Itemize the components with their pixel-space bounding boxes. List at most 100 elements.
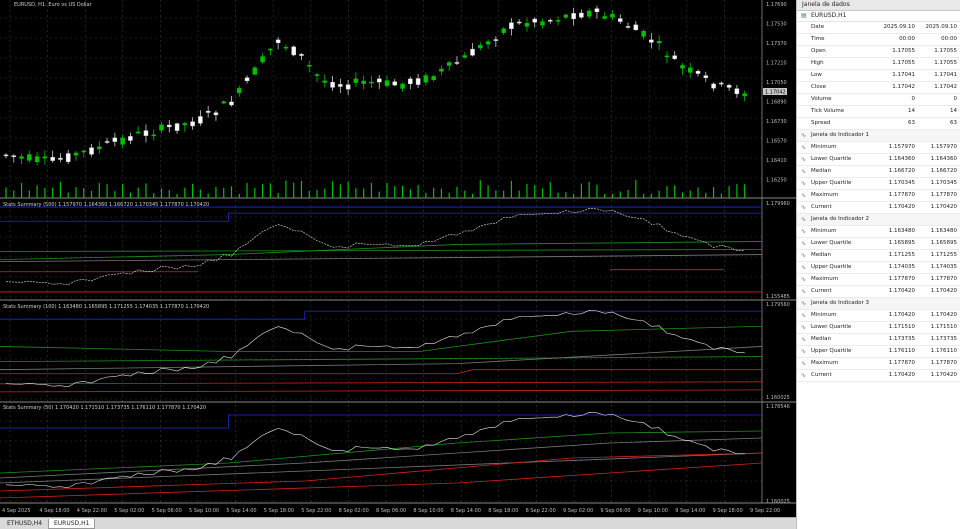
candle-body xyxy=(742,93,747,97)
candle-body xyxy=(384,80,390,86)
candle-body xyxy=(221,101,226,104)
indicator-line-icon: ∿ xyxy=(801,156,807,163)
candle-body xyxy=(680,65,685,69)
data-row-value: 00:00 xyxy=(917,33,960,46)
time-axis-label: 4 Sep 2025 xyxy=(2,508,31,514)
time-axis-label: 5 Sep 02:00 xyxy=(114,508,144,514)
data-row-label: Low xyxy=(797,69,876,82)
time-axis-label: 8 Sep 22:00 xyxy=(526,508,556,514)
time-axis-label: 5 Sep 14:00 xyxy=(226,508,256,514)
chart-area[interactable]: 1.17690 1.17530 1.17370 1.17210 1.17050 1.168… xyxy=(0,0,796,517)
candle-body xyxy=(439,68,444,72)
indicator-line-icon: ∿ xyxy=(801,144,807,151)
data-window-panel: Janela de dados ▤ EURUSD,H1 Date 2025.09.1… xyxy=(796,0,960,529)
tab-eurusd-h1[interactable]: EURUSD,H1 xyxy=(48,519,96,529)
price-tick-label: 1.17370 xyxy=(766,41,787,47)
price-tick-label: 1.17210 xyxy=(766,61,787,67)
candle-body xyxy=(42,156,48,159)
data-row: ∿ Maximum 1.177870 1.177870 xyxy=(797,189,960,202)
data-row-value: 2025.09.10 xyxy=(876,22,917,34)
indicator-level-line xyxy=(0,369,762,375)
price-tick-label: 1.17530 xyxy=(766,22,787,28)
candle-body xyxy=(446,62,452,66)
data-row: ∿ Current 1.170420 1.170420 xyxy=(797,201,960,214)
data-row-label: Volume xyxy=(797,93,876,106)
data-row-value: 1.171255 xyxy=(876,249,917,262)
candle-body xyxy=(516,21,522,24)
indicator-level-line xyxy=(0,381,763,385)
candle-body xyxy=(19,156,24,159)
data-row-label: ∿ Current xyxy=(797,285,876,298)
candle-body xyxy=(656,41,662,44)
indicator-line-icon: ∿ xyxy=(801,192,807,199)
candle-body xyxy=(408,78,413,84)
candle-body xyxy=(493,39,499,41)
time-axis-label: 8 Sep 02:00 xyxy=(339,508,369,514)
data-row: ∿ Lower Quartile 1.165895 1.165895 xyxy=(797,237,960,250)
data-row: ∿ Minimum 1.157970 1.157970 xyxy=(797,141,960,154)
indicator-icon: ∿ xyxy=(801,132,807,139)
candle-body xyxy=(431,76,436,80)
indicator-line-icon: ∿ xyxy=(801,252,807,259)
candle-body xyxy=(501,28,506,33)
indicator-line-icon: ∿ xyxy=(801,312,807,319)
data-row-value: 1.17041 xyxy=(876,69,917,82)
candle-body xyxy=(252,67,258,75)
data-row: ∿ Maximum 1.177870 1.177870 xyxy=(797,357,960,370)
data-row: ∿ Median 1.171255 1.171255 xyxy=(797,249,960,262)
indicator-1-scale-top: 1.179960 xyxy=(766,201,790,207)
candle-body xyxy=(563,14,569,18)
data-row-value: 1.157970 xyxy=(876,141,917,154)
candle-body xyxy=(695,70,701,74)
indicator-section-title: ∿ Janela do Indicador 3 xyxy=(797,297,960,310)
data-row-label: Close xyxy=(797,81,876,94)
data-row-value: 1.17055 xyxy=(917,57,960,70)
price-chart-canvas[interactable]: 1.17690 1.17530 1.17370 1.17210 1.17050 1.168… xyxy=(0,0,796,517)
data-row-value: 1.163480 xyxy=(917,225,960,238)
indicator-level-line xyxy=(0,310,762,320)
data-row: ∿ Upper Quartile 1.174035 1.174035 xyxy=(797,261,960,274)
candle-body xyxy=(687,67,693,73)
data-row-value: 1.170420 xyxy=(876,285,917,298)
indicator-section-header: ∿ Janela do Indicador 1 xyxy=(797,129,960,142)
data-row: ∿ Current 1.170420 1.170420 xyxy=(797,285,960,298)
data-row-value: 1.171510 xyxy=(917,321,960,334)
chart-tabs-bar: ETHUSD,H4 EURUSD,H1 xyxy=(0,517,796,529)
data-row: ∿ Minimum 1.163480 1.163480 xyxy=(797,225,960,238)
candle-body xyxy=(672,55,677,59)
candle-body xyxy=(641,30,646,37)
data-row-value: 1.17055 xyxy=(876,45,917,58)
tab-ethusd-h4[interactable]: ETHUSD,H4 xyxy=(2,519,47,529)
candle-body xyxy=(205,110,211,113)
data-row-value: 1.170345 xyxy=(876,177,917,190)
data-row: ∿ Upper Quartile 1.176110 1.176110 xyxy=(797,345,960,358)
candle-body xyxy=(586,10,592,17)
candle-body xyxy=(182,123,188,126)
time-axis-label: 9 Sep 18:00 xyxy=(713,508,743,514)
candle-body xyxy=(555,20,561,22)
candle-body xyxy=(275,39,281,44)
candle-body xyxy=(314,74,320,76)
time-axis-label: 5 Sep 10:00 xyxy=(189,508,219,514)
indicator-line-icon: ∿ xyxy=(801,240,807,247)
data-row-label: ∿ Upper Quartile xyxy=(797,177,876,190)
data-row-value: 1.176110 xyxy=(917,345,960,358)
data-row-label: ∿ Upper Quartile xyxy=(797,261,876,274)
data-row-value: 1.164360 xyxy=(917,153,960,166)
data-row-label: ∿ Median xyxy=(797,165,876,178)
time-axis-label: 4 Sep 22:00 xyxy=(77,508,107,514)
candle-body xyxy=(244,77,250,81)
data-row-label: ∿ Minimum xyxy=(797,141,876,154)
candle-body xyxy=(353,78,359,83)
candle-body xyxy=(330,81,335,88)
data-row: ∿ Lower Quartile 1.171510 1.171510 xyxy=(797,321,960,334)
price-tick-label: 1.16250 xyxy=(766,178,787,184)
candle-body xyxy=(618,18,623,22)
candle-body xyxy=(174,123,180,131)
time-axis-label: 8 Sep 18:00 xyxy=(488,508,518,514)
price-tick-label: 1.16410 xyxy=(766,158,787,164)
candle-body xyxy=(594,8,600,12)
candle-body xyxy=(143,130,149,136)
candle-body xyxy=(338,84,343,87)
data-row-label: ∿ Minimum xyxy=(797,225,876,238)
